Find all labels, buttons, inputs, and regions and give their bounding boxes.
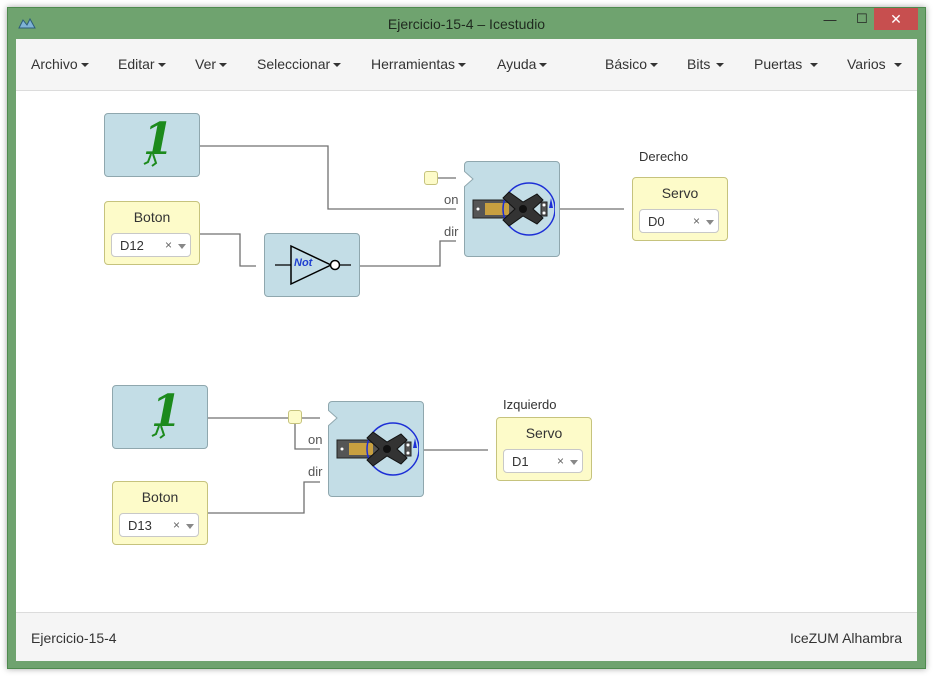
wire — [192, 233, 256, 267]
menu-label: Editar — [118, 56, 155, 72]
clock-input-pin[interactable] — [288, 410, 302, 424]
menu-label: Herramientas — [371, 56, 456, 72]
servo-motor-icon — [472, 182, 555, 236]
caret-down-icon — [458, 63, 467, 68]
constant-legs-icon — [143, 154, 158, 167]
constant-block-1[interactable]: 1 — [104, 113, 200, 177]
minimize-button[interactable]: — — [814, 8, 846, 30]
caret-down-icon — [219, 63, 228, 68]
pin-select[interactable]: D13 × — [119, 513, 199, 537]
menu-label: Varios — [847, 56, 886, 72]
port-label-dir: dir — [308, 464, 323, 479]
menu-herramientas[interactable]: Herramientas — [371, 56, 467, 72]
select-value: D0 — [648, 214, 665, 229]
menu-seleccionar[interactable]: Seleccionar — [257, 56, 342, 72]
menu-bits[interactable]: Bits — [687, 56, 725, 72]
dropdown-arrow-icon[interactable] — [706, 220, 714, 225]
menu-label: Puertas — [754, 56, 803, 72]
select-value: D12 — [120, 238, 144, 253]
servo-driver-block-2[interactable] — [328, 401, 424, 497]
wire — [192, 145, 456, 210]
caret-down-icon — [539, 63, 548, 68]
menu-bar: Archivo Editar Ver Seleccionar Herramien… — [16, 39, 917, 91]
select-value: D1 — [512, 454, 529, 469]
clear-icon[interactable]: × — [165, 238, 172, 252]
servo-driver-block-1[interactable] — [464, 161, 560, 257]
menu-label: Seleccionar — [257, 56, 331, 72]
block-title: Servo — [525, 425, 563, 441]
constant-legs-icon — [151, 426, 166, 439]
menu-varios[interactable]: Varios — [847, 56, 902, 72]
block-title: Servo — [661, 185, 699, 201]
not-gate-icon — [275, 244, 351, 286]
app-client: Archivo Editar Ver Seleccionar Herramien… — [16, 39, 917, 661]
clock-input-pin[interactable] — [424, 171, 438, 185]
menu-basico[interactable]: Básico — [605, 56, 659, 72]
menu-label: Básico — [605, 56, 648, 72]
board-selector[interactable]: IceZUM Alhambra — [790, 630, 902, 646]
output-pin-block-servo-d1[interactable]: Servo D1 × — [496, 417, 592, 481]
caret-down-icon — [893, 63, 902, 68]
status-footer: Ejercicio-15-4 IceZUM Alhambra — [16, 612, 917, 661]
output-pin-block-servo-d0[interactable]: Servo D0 × — [632, 177, 728, 241]
menu-label: Ayuda — [497, 56, 537, 72]
caret-down-icon — [810, 63, 819, 68]
pin-select[interactable]: D1 × — [503, 449, 583, 473]
port-label-on: on — [308, 432, 323, 447]
caret-down-icon — [157, 63, 166, 68]
input-pin-block-boton-d12[interactable]: Boton D12 × — [104, 201, 200, 265]
dropdown-arrow-icon[interactable] — [570, 460, 578, 465]
input-pin-block-boton-d13[interactable]: Boton D13 × — [112, 481, 208, 545]
block-title: Boton — [141, 489, 179, 505]
caret-down-icon — [650, 63, 659, 68]
constant-block-2[interactable]: 1 — [112, 385, 208, 449]
menu-ayuda[interactable]: Ayuda — [497, 56, 548, 72]
clear-icon[interactable]: × — [557, 454, 564, 468]
servo-motor-icon — [336, 422, 419, 476]
not-gate-block[interactable]: Not — [264, 233, 360, 297]
wire — [351, 240, 456, 267]
title-bar[interactable]: Ejercicio-15-4 – Icestudio — ☐ ✕ — [8, 8, 925, 40]
servo-caption-derecho: Derecho — [639, 149, 689, 164]
pin-select[interactable]: D0 × — [639, 209, 719, 233]
menu-label: Ver — [195, 56, 217, 72]
clear-icon[interactable]: × — [173, 518, 180, 532]
port-label-dir: dir — [444, 224, 459, 239]
block-title: Boton — [133, 209, 171, 225]
close-button[interactable]: ✕ — [874, 8, 918, 30]
port-label-on: on — [444, 192, 459, 207]
app-window: Ejercicio-15-4 – Icestudio — ☐ ✕ Archivo… — [7, 7, 926, 669]
dropdown-arrow-icon[interactable] — [178, 244, 186, 249]
design-canvas[interactable]: 1 Boton D12 × Not on dir Derecho Servo D… — [16, 91, 917, 612]
caret-down-icon — [333, 63, 342, 68]
servo-caption-izquierdo: Izquierdo — [503, 397, 557, 412]
select-value: D13 — [128, 518, 152, 533]
wire — [200, 481, 320, 514]
not-gate-label: Not — [294, 257, 313, 269]
pin-select[interactable]: D12 × — [111, 233, 191, 257]
caret-down-icon — [80, 63, 89, 68]
menu-archivo[interactable]: Archivo — [31, 56, 89, 72]
menu-label: Archivo — [31, 56, 78, 72]
clear-icon[interactable]: × — [693, 214, 700, 228]
dropdown-arrow-icon[interactable] — [186, 524, 194, 529]
menu-editar[interactable]: Editar — [118, 56, 166, 72]
window-title: Ejercicio-15-4 – Icestudio — [387, 16, 546, 32]
menu-ver[interactable]: Ver — [195, 56, 228, 72]
project-name: Ejercicio-15-4 — [31, 630, 117, 646]
menu-label: Bits — [687, 56, 711, 72]
menu-puertas[interactable]: Puertas — [754, 56, 819, 72]
caret-down-icon — [716, 63, 725, 68]
